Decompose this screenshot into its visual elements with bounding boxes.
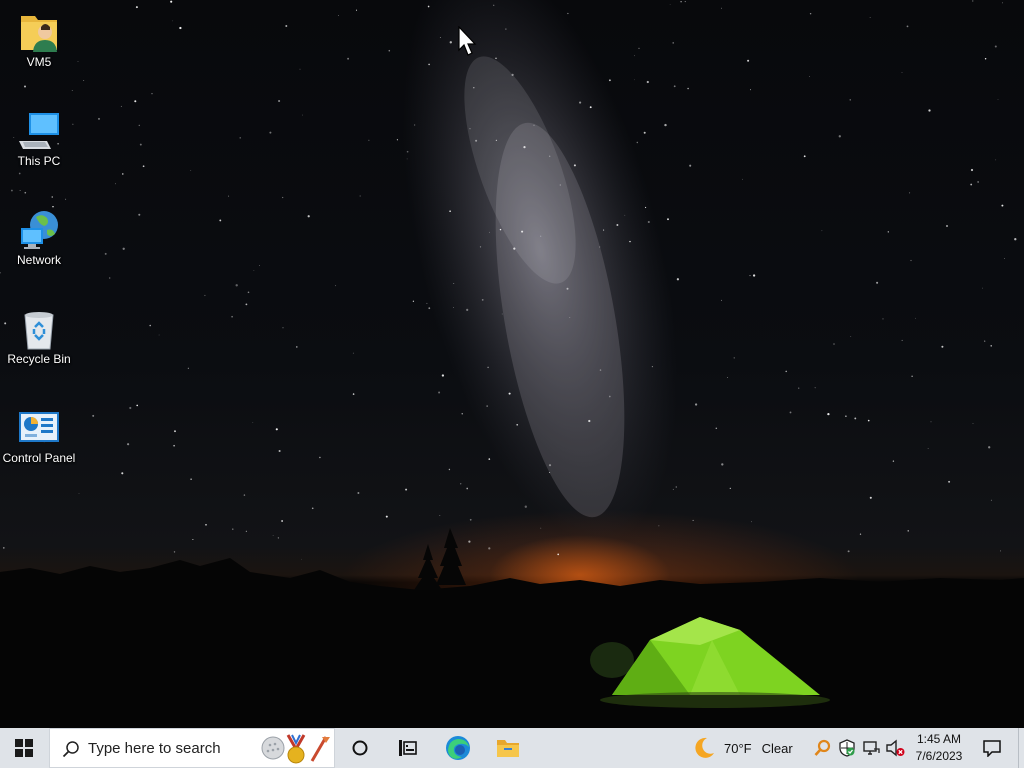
- file-explorer-icon: [497, 740, 519, 757]
- desktop-icon-label: Control Panel: [2, 451, 76, 465]
- network-tray-button[interactable]: [860, 728, 882, 768]
- search-placeholder: Type here to search: [88, 740, 221, 757]
- cortana-icon: [352, 740, 368, 756]
- notification-center-icon: [983, 740, 1001, 757]
- magnifier-tray-button[interactable]: [812, 728, 834, 768]
- desktop[interactable]: VM5 This PC Network Recycle Bin Control …: [0, 0, 1024, 728]
- weather-widget[interactable]: 70°F Clear: [690, 728, 802, 768]
- weather-condition: Clear: [761, 740, 793, 756]
- volume-muted-icon: [886, 739, 905, 757]
- security-tray-button[interactable]: [836, 728, 858, 768]
- notification-center-button[interactable]: [976, 728, 1008, 768]
- desktop-icon-network[interactable]: Network: [0, 200, 78, 268]
- search-icon: [62, 741, 79, 758]
- desktop-icon-control-panel[interactable]: Control Panel: [0, 398, 78, 466]
- show-desktop-divider[interactable]: [1018, 728, 1019, 768]
- cortana-button[interactable]: [336, 728, 384, 768]
- user-folder-icon: [21, 16, 57, 52]
- desktop-icon-label: VM5: [26, 55, 52, 69]
- windows-logo-icon: [15, 739, 33, 757]
- search-box[interactable]: Type here to search: [49, 728, 335, 768]
- desktop-icon-this-pc[interactable]: This PC: [0, 101, 78, 169]
- magnifier-icon: [814, 739, 831, 756]
- network-disconnected-icon: [863, 741, 880, 755]
- landscape: [0, 528, 1024, 728]
- recycle-bin-icon: [24, 312, 54, 350]
- desktop-icon-label: Network: [16, 253, 61, 267]
- edge-button[interactable]: [434, 728, 482, 768]
- task-view-icon: [399, 740, 417, 756]
- network-icon: [21, 211, 58, 249]
- volume-tray-button[interactable]: [884, 728, 906, 768]
- search-highlight-icon[interactable]: [260, 733, 332, 765]
- task-view-button[interactable]: [384, 728, 432, 768]
- desktop-icon-label: Recycle Bin: [7, 352, 71, 366]
- computer-icon: [19, 113, 59, 149]
- edge-icon: [446, 736, 470, 760]
- desktop-icon-label: This PC: [17, 154, 61, 168]
- control-panel-icon: [19, 412, 59, 442]
- mouse-cursor-icon: [458, 26, 477, 56]
- moon-icon: [695, 737, 714, 758]
- taskbar: Type here to search 70°F Clear 1:45 AM 7…: [0, 728, 1024, 768]
- clock-time: 1:45 AM: [916, 732, 962, 746]
- desktop-icon-vm5[interactable]: VM5: [0, 2, 78, 70]
- start-button[interactable]: [0, 728, 48, 768]
- file-explorer-button[interactable]: [484, 728, 532, 768]
- clock[interactable]: 1:45 AM 7/6/2023: [912, 731, 966, 765]
- security-shield-icon: [839, 739, 855, 757]
- clock-date: 7/6/2023: [915, 749, 963, 763]
- desktop-icon-recycle-bin[interactable]: Recycle Bin: [0, 299, 78, 367]
- weather-temp: 70°F: [724, 740, 752, 756]
